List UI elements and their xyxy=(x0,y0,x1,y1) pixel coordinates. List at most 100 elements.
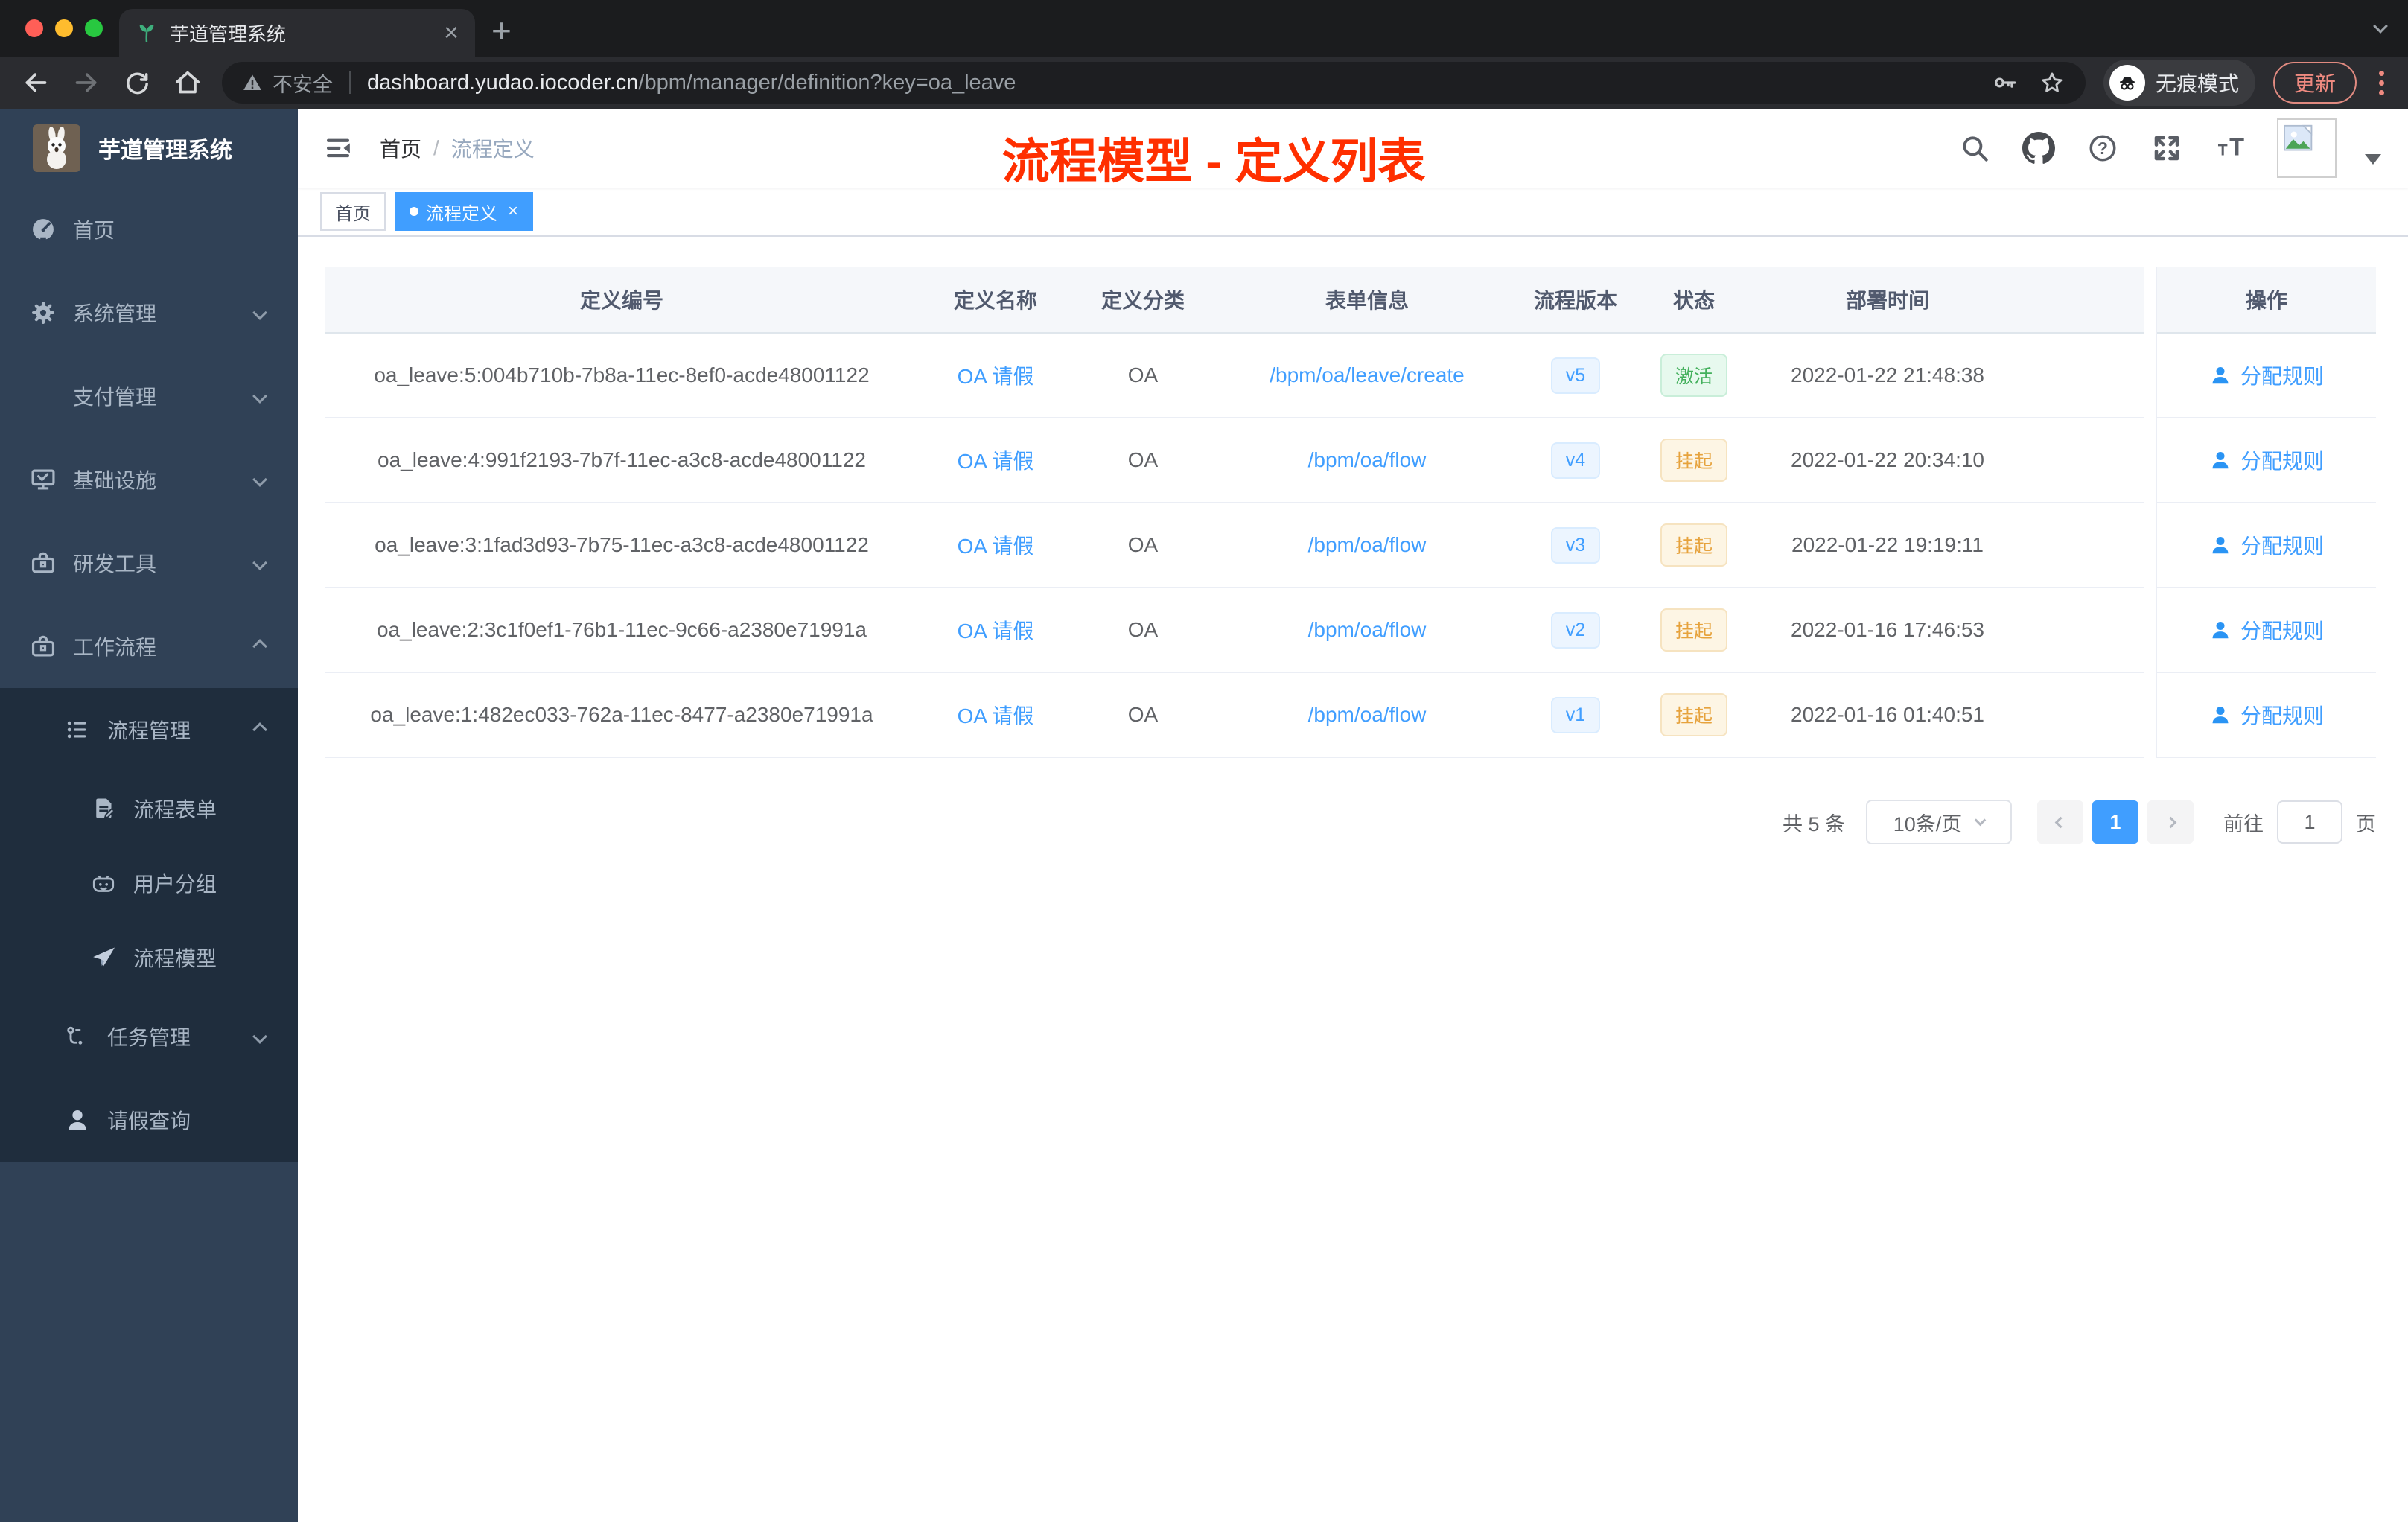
table-header-row: 定义编号 定义名称 定义分类 表单信息 流程版本 状态 部署时间 xyxy=(325,267,2144,334)
column-header: 定义分类 xyxy=(1101,289,1185,312)
sidebar-item-dev-tools[interactable]: 研发工具 xyxy=(0,521,298,605)
breadcrumb-home[interactable]: 首页 xyxy=(380,133,421,163)
tag-process-definition[interactable]: 流程定义 × xyxy=(395,192,534,231)
fixed-column-gap xyxy=(2144,267,2156,758)
person-icon xyxy=(61,1106,94,1134)
sidebar-item-leave-query[interactable]: 请假查询 xyxy=(0,1078,298,1162)
sidebar-item-system[interactable]: 系统管理 xyxy=(0,271,298,354)
column-header: 表单信息 xyxy=(1325,289,1409,312)
address-bar[interactable]: 不安全 dashboard.yudao.iocoder.cn/bpm/manag… xyxy=(222,62,2086,104)
browser-toolbar: 不安全 dashboard.yudao.iocoder.cn/bpm/manag… xyxy=(0,57,2408,109)
sidebar-item-process-model[interactable]: 流程模型 xyxy=(0,920,298,995)
fullscreen-icon[interactable] xyxy=(2149,130,2185,166)
definition-category: OA xyxy=(1127,533,1159,556)
definition-name-link[interactable]: OA 请假 xyxy=(918,418,1073,502)
new-tab-button[interactable]: + xyxy=(491,10,512,51)
toolbox-icon xyxy=(27,549,60,577)
sidebar-item-process-management[interactable]: 流程管理 xyxy=(0,688,298,771)
key-icon[interactable] xyxy=(1992,69,2019,96)
forward-icon[interactable] xyxy=(70,66,103,99)
pagination-total: 共 5 条 xyxy=(1782,812,1845,835)
window-close-button[interactable] xyxy=(25,19,43,37)
form-info-link[interactable]: /bpm/oa/flow xyxy=(1213,673,1521,757)
browser-tab-strip: 芋道管理系统 × + xyxy=(0,0,2408,57)
form-info-link[interactable]: /bpm/oa/leave/create xyxy=(1213,334,1521,417)
assign-rule-button[interactable]: 分配规则 xyxy=(2157,588,2376,673)
svg-text:?: ? xyxy=(2098,138,2108,158)
tab-close-icon[interactable]: × xyxy=(444,20,459,45)
definition-name-link[interactable]: OA 请假 xyxy=(918,334,1073,417)
incognito-label: 无痕模式 xyxy=(2155,72,2239,95)
definition-category: OA xyxy=(1127,703,1159,726)
search-icon[interactable] xyxy=(1957,130,1993,166)
security-label[interactable]: 不安全 xyxy=(273,69,333,98)
home-icon[interactable] xyxy=(171,66,204,99)
window-zoom-button[interactable] xyxy=(85,19,103,37)
github-icon[interactable] xyxy=(2021,130,2057,166)
assign-rule-button[interactable]: 分配规则 xyxy=(2157,503,2376,588)
form-info-link[interactable]: /bpm/oa/flow xyxy=(1213,418,1521,502)
sidebar-item-home[interactable]: 首页 xyxy=(0,188,298,271)
sidebar-item-workflow[interactable]: 工作流程 xyxy=(0,605,298,688)
chevron-down-icon xyxy=(252,555,267,570)
assign-rule-button[interactable]: 分配规则 xyxy=(2157,673,2376,758)
assign-rule-button[interactable]: 分配规则 xyxy=(2157,334,2376,418)
status-badge: 挂起 xyxy=(1660,439,1727,482)
back-icon[interactable] xyxy=(19,66,52,99)
browser-tab[interactable]: 芋道管理系统 × xyxy=(119,9,475,57)
url-path[interactable]: /bpm/manager/definition?key=oa_leave xyxy=(638,71,1016,95)
font-size-icon[interactable]: TT xyxy=(2213,130,2249,166)
window-minimize-button[interactable] xyxy=(55,19,73,37)
help-icon[interactable]: ? xyxy=(2085,130,2121,166)
prev-page-button[interactable] xyxy=(2037,800,2083,844)
next-page-button[interactable] xyxy=(2147,800,2194,844)
form-info-link[interactable]: /bpm/oa/flow xyxy=(1213,503,1521,587)
definition-name-link[interactable]: OA 请假 xyxy=(918,588,1073,672)
tag-home[interactable]: 首页 xyxy=(320,192,386,231)
sidebar-item-infrastructure[interactable]: 基础设施 xyxy=(0,438,298,521)
sidebar-item-process-form[interactable]: 流程表单 xyxy=(0,771,298,846)
page-size-select[interactable]: 10条/页 xyxy=(1866,800,2012,844)
page-jump-input[interactable] xyxy=(2277,800,2342,844)
avatar-caret-icon[interactable] xyxy=(2365,154,2381,165)
definition-name-link[interactable]: OA 请假 xyxy=(918,503,1073,587)
definition-name-link[interactable]: OA 请假 xyxy=(918,673,1073,757)
hamburger-icon[interactable] xyxy=(320,130,356,166)
url-domain[interactable]: dashboard.yudao.iocoder.cn xyxy=(367,71,638,95)
definition-id: oa_leave:1:482ec033-762a-11ec-8477-a2380… xyxy=(370,703,873,726)
chevron-down-icon xyxy=(252,1029,267,1044)
status-badge: 挂起 xyxy=(1660,523,1727,567)
action-column: 操作 分配规则 分配规则 分配规则 分配规则 分配规则 xyxy=(2156,267,2376,758)
definition-category: OA xyxy=(1127,618,1159,641)
app-logo[interactable]: 芋道管理系统 xyxy=(0,109,298,188)
url-divider xyxy=(349,71,351,94)
tag-close-icon[interactable]: × xyxy=(508,201,518,222)
browser-update-button[interactable]: 更新 xyxy=(2272,62,2357,104)
user-avatar[interactable] xyxy=(2277,118,2337,178)
current-page-button[interactable]: 1 xyxy=(2092,800,2138,844)
assign-rule-button[interactable]: 分配规则 xyxy=(2157,418,2376,503)
status-badge: 挂起 xyxy=(1660,693,1727,736)
sidebar-item-label: 支付管理 xyxy=(73,386,157,409)
column-header: 状态 xyxy=(1672,289,1715,312)
form-info-link[interactable]: /bpm/oa/flow xyxy=(1213,588,1521,672)
svg-text:T: T xyxy=(2218,142,2228,159)
definition-id: oa_leave:5:004b710b-7b8a-11ec-8ef0-acde4… xyxy=(374,363,870,386)
bookmark-star-icon[interactable] xyxy=(2038,69,2066,97)
breadcrumb: 首页 / 流程定义 xyxy=(380,133,535,163)
sidebar-item-payment[interactable]: 支付管理 xyxy=(0,354,298,438)
browser-menu-icon[interactable] xyxy=(2374,70,2389,95)
table-row: oa_leave:2:3c1f0ef1-76b1-11ec-9c66-a2380… xyxy=(325,588,2144,673)
table-row: oa_leave:1:482ec033-762a-11ec-8477-a2380… xyxy=(325,673,2144,758)
tab-search-chevron-icon[interactable] xyxy=(2373,19,2388,35)
jump-prefix-label: 前往 xyxy=(2223,812,2264,835)
sidebar-item-task-management[interactable]: 任务管理 xyxy=(0,995,298,1078)
column-header-filler xyxy=(2017,267,2144,332)
sidebar-item-label: 用户分组 xyxy=(133,873,217,896)
assign-rule-label: 分配规则 xyxy=(2240,535,2324,558)
sidebar-item-user-group[interactable]: 用户分组 xyxy=(0,846,298,920)
chevron-left-icon xyxy=(2054,816,2066,828)
deploy-time: 2022-01-16 17:46:53 xyxy=(1791,618,1984,641)
reload-icon[interactable] xyxy=(121,66,153,99)
window-controls[interactable] xyxy=(25,19,103,37)
